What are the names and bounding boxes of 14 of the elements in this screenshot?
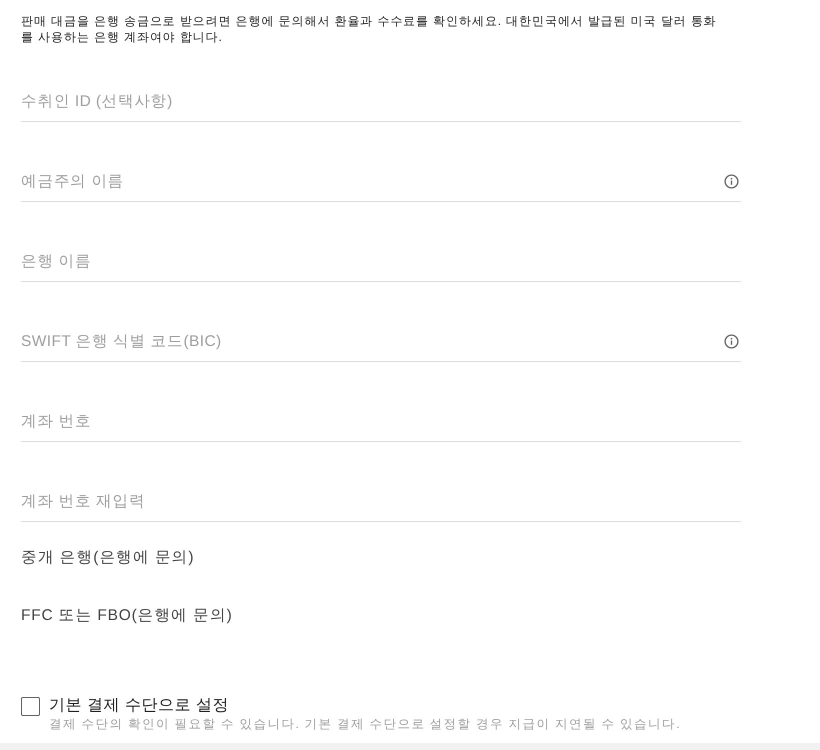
text-input-field[interactable]: 예금주의 이름 [21, 162, 741, 202]
intro-text: 판매 대금을 은행 송금으로 받으려면 은행에 문의해서 환율과 수수료를 확인하세요. 대한민국에서 발급된 미국 달러 통화를 사용하는 은행 계좌여야 합니다. [21, 13, 718, 45]
info-icon[interactable] [724, 334, 739, 349]
text-input-field[interactable]: 수취인 ID (선택사항) [21, 82, 741, 122]
checkbox[interactable] [21, 697, 40, 716]
text-input-field[interactable]: 은행 이름 [21, 242, 741, 282]
text-input-field[interactable]: 계좌 번호 재입력 [21, 482, 741, 522]
checkbox-label: 기본 결제 수단으로 설정 [49, 696, 229, 716]
text-input-field[interactable]: SWIFT 은행 식별 코드(BIC) [21, 322, 741, 362]
section-label: 중개 은행(은행에 문의) [21, 548, 194, 568]
helper-text: 결제 수단의 확인이 필요할 수 있습니다. 기본 결제 수단으로 설정할 경우 지급이 지연될 수 있습니다. [49, 716, 681, 732]
info-icon[interactable] [724, 174, 739, 189]
text-input-field[interactable]: 계좌 번호 [21, 402, 741, 442]
section-label: FFC 또는 FBO(은행에 문의) [21, 606, 233, 626]
